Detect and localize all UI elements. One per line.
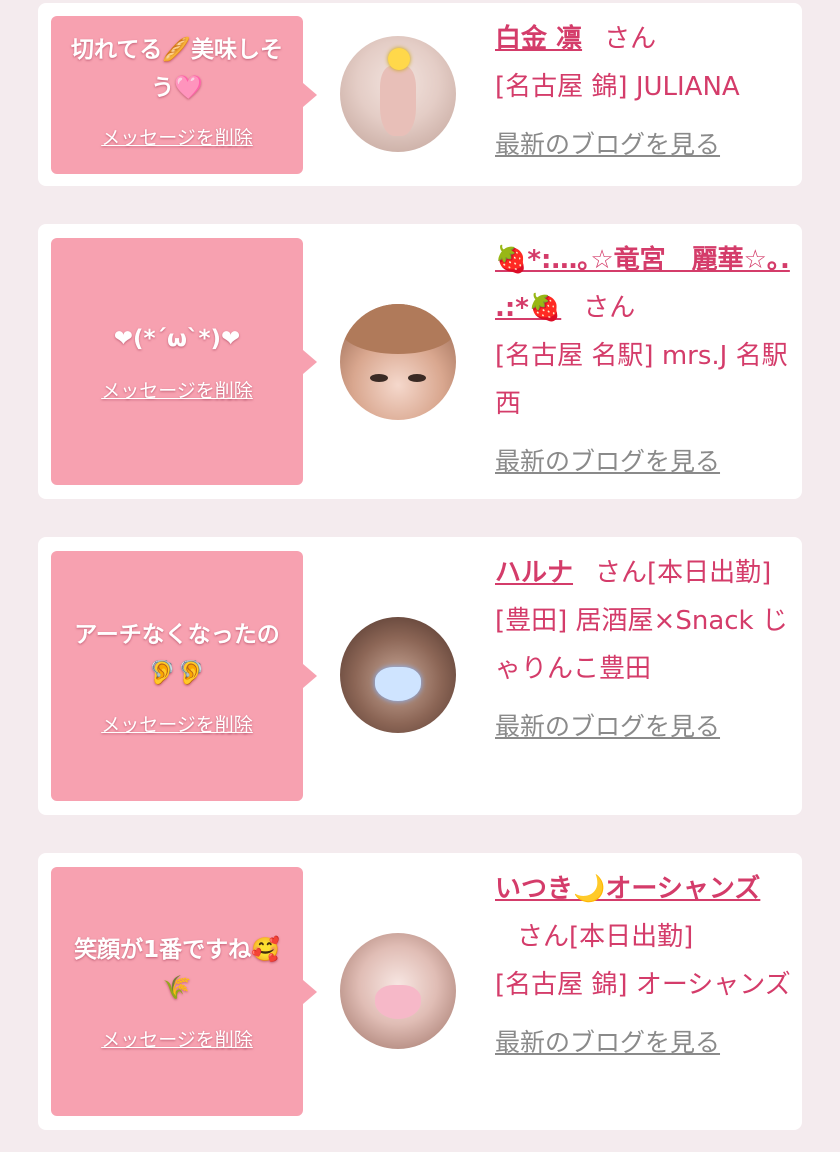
avatar[interactable] (340, 617, 456, 733)
message-bubble: アーチなくなったの🦻🦻 メッセージを削除 (51, 551, 317, 801)
profile-info: ハルナ さん[本日出勤] [豊田] 居酒屋×Snack じゃりんこ豊田 最新のブロ… (495, 549, 791, 751)
shop-info: [名古屋 名駅] mrs.J 名駅西 (495, 341, 788, 419)
message-bubble: 切れてる🥖美味しそう🩷 メッセージを削除 (51, 16, 317, 174)
status-label: [本日出勤] (569, 922, 694, 952)
delete-message-link[interactable]: メッセージを削除 (101, 1025, 253, 1052)
profile-info: 白金 凛さん [名古屋 錦] JULIANA 最新のブログを見る (495, 15, 791, 169)
message-card: 切れてる🥖美味しそう🩷 メッセージを削除 白金 凛さん [名古屋 錦] JULI… (38, 3, 802, 186)
girl-name-link[interactable]: 白金 凛 (495, 24, 582, 54)
girl-name-link[interactable]: ハルナ (495, 558, 573, 588)
honorific: さん (583, 293, 636, 323)
delete-message-link[interactable]: メッセージを削除 (101, 710, 253, 737)
delete-message-link[interactable]: メッセージを削除 (101, 123, 253, 150)
shop-info: [名古屋 錦] JULIANA (495, 72, 740, 102)
avatar[interactable] (340, 304, 456, 420)
honorific: さん (595, 558, 648, 588)
message-text: 切れてる🥖美味しそう🩷 (71, 36, 283, 101)
message-text: ❤(*´ω`*)❤ (113, 326, 241, 352)
profile-info: いつき🌙オーシャンズさん[本日出勤] [名古屋 錦] オーシャンズ 最新のブログ… (495, 865, 791, 1067)
avatar[interactable] (340, 36, 456, 152)
message-card: アーチなくなったの🦻🦻 メッセージを削除 ハルナ さん[本日出勤] [豊田] 居酒… (38, 537, 802, 815)
heart-sticker-icon (375, 667, 421, 701)
delete-message-link[interactable]: メッセージを削除 (101, 376, 253, 403)
latest-blog-link[interactable]: 最新のブログを見る (495, 438, 791, 486)
latest-blog-link[interactable]: 最新のブログを見る (495, 1019, 791, 1067)
message-bubble: ❤(*´ω`*)❤ メッセージを削除 (51, 238, 317, 485)
avatar[interactable] (340, 933, 456, 1049)
girl-name-link[interactable]: 🍓*:…｡☆竜宮 麗華☆｡. .:*🍓 (495, 245, 790, 323)
message-text: 笑顔が1番ですね🥰🌾 (74, 937, 280, 1001)
latest-blog-link[interactable]: 最新のブログを見る (495, 121, 791, 169)
face-mask-icon (375, 985, 421, 1019)
message-card: ❤(*´ω`*)❤ メッセージを削除 🍓*:…｡☆竜宮 麗華☆｡. .:*🍓 さん… (38, 224, 802, 499)
honorific: さん (517, 922, 570, 952)
star-sticker-icon (388, 48, 410, 70)
message-card: 笑顔が1番ですね🥰🌾 メッセージを削除 いつき🌙オーシャンズさん[本日出勤] [… (38, 853, 802, 1130)
message-bubble: 笑顔が1番ですね🥰🌾 メッセージを削除 (51, 867, 317, 1116)
honorific: さん (604, 24, 657, 54)
profile-info: 🍓*:…｡☆竜宮 麗華☆｡. .:*🍓 さん [名古屋 名駅] mrs.J 名駅西… (495, 236, 791, 486)
message-text: アーチなくなったの🦻🦻 (74, 621, 280, 686)
shop-info: [豊田] 居酒屋×Snack じゃりんこ豊田 (495, 606, 788, 684)
girl-name-link[interactable]: いつき🌙オーシャンズ (495, 874, 760, 904)
shop-info: [名古屋 錦] オーシャンズ (495, 970, 791, 1000)
latest-blog-link[interactable]: 最新のブログを見る (495, 703, 791, 751)
status-label: [本日出勤] (647, 558, 772, 588)
